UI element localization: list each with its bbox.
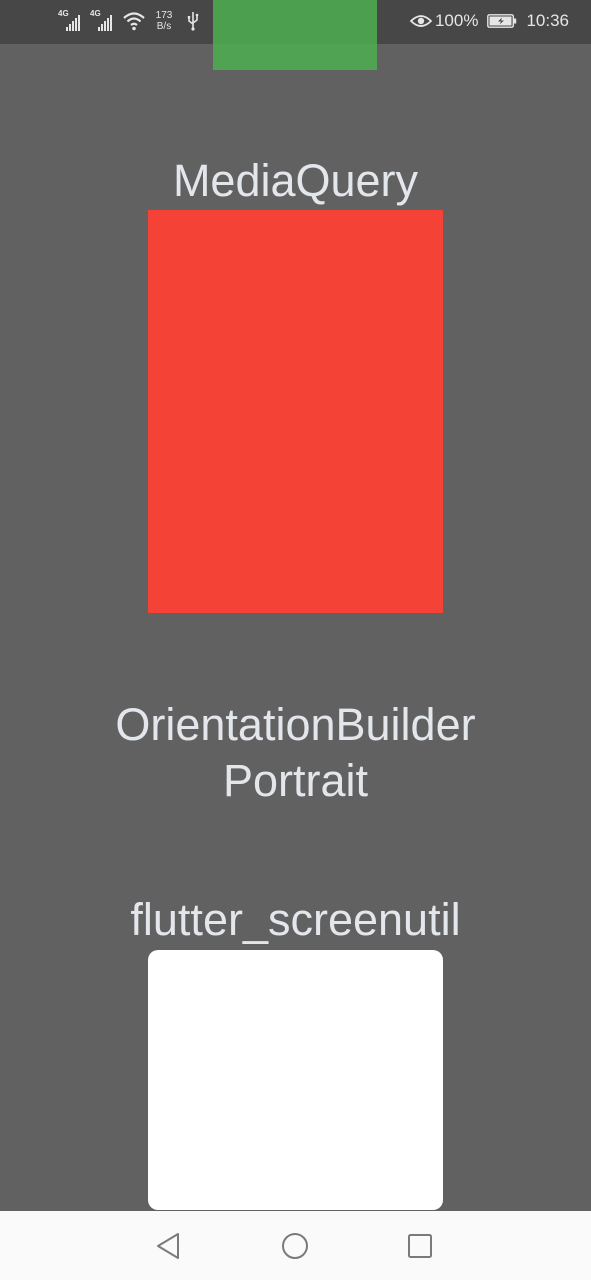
eye-icon [409, 15, 432, 27]
status-left-group: 4G 4G 173 B/s [58, 10, 200, 32]
media-query-label: MediaQuery [172, 155, 419, 206]
media-query-box [148, 210, 443, 613]
home-icon[interactable] [278, 1229, 312, 1263]
orientation-value: Portrait [222, 755, 369, 806]
orientation-builder-label: OrientationBuilder [115, 699, 476, 750]
screenutil-label: flutter_screenutil [130, 894, 461, 945]
network-speed-unit: B/s [156, 21, 172, 32]
status-right-group: 100% 10:36 [409, 11, 569, 31]
battery-icon [487, 14, 517, 28]
navigation-bar [0, 1211, 591, 1280]
green-block [213, 0, 377, 70]
wifi-icon [123, 12, 145, 31]
clock: 10:36 [526, 11, 569, 30]
back-icon[interactable] [152, 1229, 186, 1263]
screenutil-box [148, 950, 443, 1210]
recent-apps-icon[interactable] [403, 1229, 437, 1263]
network-speed: 173 B/s [152, 10, 176, 32]
network-speed-value: 173 [155, 10, 173, 21]
usb-icon [187, 12, 199, 31]
signal-icon: 4G [90, 10, 116, 32]
battery-percent: 100% [434, 11, 479, 30]
signal-icon: 4G [58, 10, 84, 32]
